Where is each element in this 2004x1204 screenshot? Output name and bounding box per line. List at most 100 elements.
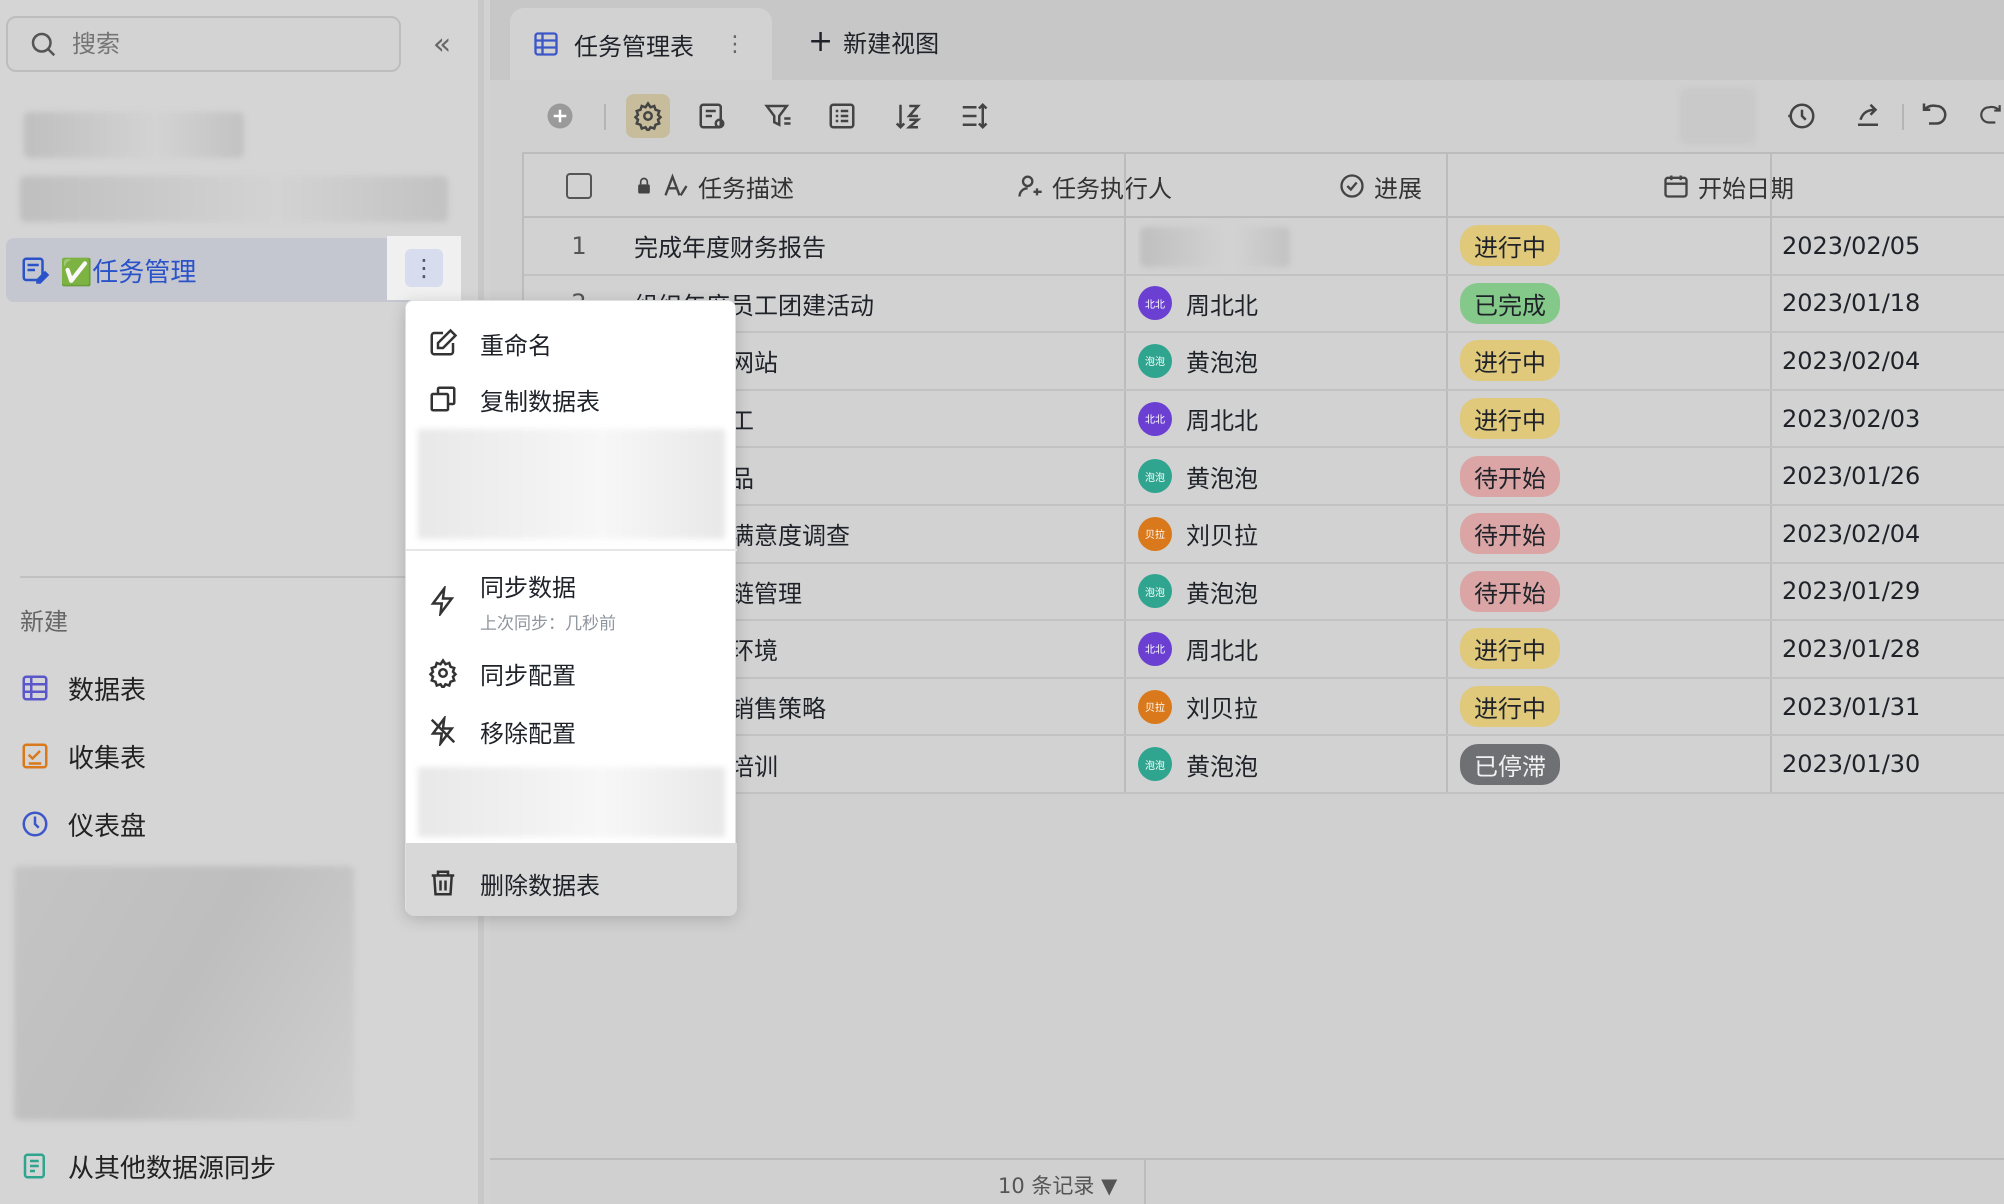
undo-button[interactable] <box>1912 94 1956 138</box>
record-count[interactable]: 10 条记录 ▼ <box>998 1170 1117 1200</box>
add-record-button[interactable] <box>538 94 582 138</box>
status-badge: 进行中 <box>1460 628 1560 670</box>
table-row[interactable]: 6开展客户满意度调查贝拉刘贝拉待开始2023/02/04 <box>524 506 2004 564</box>
assignee-name: 周北北 <box>1186 291 1258 320</box>
start-date-cell[interactable]: 2023/01/28 <box>1782 621 2004 677</box>
filter-icon <box>764 104 791 127</box>
sort-button[interactable] <box>886 94 930 138</box>
status-cell[interactable]: 已完成 <box>1460 276 1760 332</box>
new-view-button[interactable]: + 新建视图 <box>808 24 939 59</box>
assignee-cell[interactable]: 北北 周北北 <box>1138 391 1438 447</box>
settings-button[interactable] <box>626 94 670 138</box>
lightning-icon <box>430 586 455 616</box>
status-badge: 进行中 <box>1460 340 1560 382</box>
status-cell[interactable]: 待开始 <box>1460 448 1760 504</box>
checkbox[interactable] <box>566 173 592 199</box>
row-height-button[interactable] <box>952 94 996 138</box>
status-cell[interactable]: 进行中 <box>1460 218 1760 274</box>
form-icon <box>22 743 48 769</box>
column-header-label: 任务描述 <box>698 174 794 203</box>
share-button[interactable] <box>1846 94 1890 138</box>
column-header-desc[interactable]: 任务描述 <box>634 154 994 218</box>
assignee-cell[interactable]: 北北 周北北 <box>1138 276 1438 332</box>
history-icon <box>1788 103 1815 129</box>
table-row[interactable]: 9制定新的销售策略贝拉刘贝拉进行中2023/01/31 <box>524 679 2004 737</box>
status-cell[interactable]: 已停滞 <box>1460 736 1760 792</box>
collapse-sidebar-icon[interactable]: « <box>424 24 460 64</box>
table-row[interactable]: 1 完成年度财务报告 进行中 2023/02/05 <box>524 218 2004 276</box>
table-row[interactable]: 7优化供应链管理泡泡黄泡泡待开始2023/01/29 <box>524 564 2004 622</box>
start-date-cell[interactable]: 2023/01/29 <box>1782 564 2004 620</box>
field-config-button[interactable] <box>690 94 734 138</box>
list-icon <box>829 103 855 129</box>
assignee-cell[interactable] <box>1138 218 1438 274</box>
assignee-cell[interactable]: 贝拉 刘贝拉 <box>1138 506 1438 562</box>
select-all-checkbox[interactable] <box>566 154 592 218</box>
record-count-label: 10 条记录 <box>998 1174 1095 1198</box>
start-date-cell[interactable]: 2023/02/04 <box>1782 506 2004 562</box>
menu-item-sync-data[interactable]: 同步数据 上次同步：几秒前 <box>406 563 737 639</box>
start-date-cell[interactable]: 2023/01/30 <box>1782 736 2004 792</box>
row-number: 1 <box>571 231 587 260</box>
create-form-item[interactable]: 收集表 <box>20 732 146 780</box>
assignee-cell[interactable]: 泡泡 黄泡泡 <box>1138 564 1438 620</box>
filter-button[interactable] <box>756 94 800 138</box>
menu-item-remove-config[interactable]: 移除配置 <box>406 705 737 757</box>
menu-item-sync-config[interactable]: 同步配置 <box>406 647 737 699</box>
start-date-cell[interactable]: 2023/02/04 <box>1782 333 2004 389</box>
start-date-cell[interactable]: 2023/02/03 <box>1782 391 2004 447</box>
assignee-cell[interactable]: 泡泡 黄泡泡 <box>1138 333 1438 389</box>
start-date-cell[interactable]: 2023/02/05 <box>1782 218 2004 274</box>
table-row[interactable]: 8改善工作环境北北周北北进行中2023/01/28 <box>524 621 2004 679</box>
menu-item-delete[interactable]: 删除数据表 <box>406 857 737 909</box>
start-date-cell[interactable]: 2023/01/26 <box>1782 448 2004 504</box>
status-cell[interactable]: 进行中 <box>1460 679 1760 735</box>
status-cell[interactable]: 进行中 <box>1460 621 1760 677</box>
status-cell[interactable]: 待开始 <box>1460 564 1760 620</box>
search-icon <box>31 32 56 57</box>
table-row[interactable]: 5推出新产品泡泡黄泡泡待开始2023/01/26 <box>524 448 2004 506</box>
create-dashboard-item[interactable]: 仪表盘 <box>20 800 146 848</box>
status-cell[interactable]: 进行中 <box>1460 333 1760 389</box>
column-header-date[interactable]: 开始日期 <box>1662 154 1794 218</box>
table-row[interactable]: 3更新公司网站泡泡黄泡泡进行中2023/02/04 <box>524 333 2004 391</box>
menu-item-rename[interactable]: 重命名 <box>406 317 737 369</box>
menu-item-duplicate[interactable]: 复制数据表 <box>406 373 737 425</box>
assignee-cell[interactable]: 泡泡 黄泡泡 <box>1138 448 1438 504</box>
column-header-label: 任务执行人 <box>1052 174 1172 203</box>
table-row[interactable]: 10组织员工培训泡泡黄泡泡已停滞2023/01/30 <box>524 736 2004 794</box>
status-badge: 已停滞 <box>1460 743 1560 785</box>
menu-item-label: 删除数据表 <box>480 871 600 900</box>
assignee-name: 黄泡泡 <box>1186 349 1258 378</box>
sync-other-source-item[interactable]: 从其他数据源同步 <box>20 1142 276 1190</box>
column-header-progress[interactable]: 进展 <box>1338 154 1422 218</box>
more-vertical-icon: ⋮ <box>405 249 443 287</box>
toolbar <box>490 80 2004 152</box>
task-description-cell[interactable]: 完成年度财务报告 <box>634 218 1120 274</box>
start-date-cell[interactable]: 2023/01/31 <box>1782 679 2004 735</box>
assignee-cell[interactable]: 泡泡 黄泡泡 <box>1138 736 1438 792</box>
assignee-cell[interactable]: 北北 周北北 <box>1138 621 1438 677</box>
more-vertical-icon[interactable]: ⋮ <box>724 32 746 57</box>
data-table: 任务描述 任务执行人 进展 开始日期 1 完成年度财务报告 进行中 2023/02/0… <box>522 152 2004 794</box>
assignee-cell[interactable]: 贝拉 刘贝拉 <box>1138 679 1438 735</box>
more-options-button[interactable]: ⋮ <box>387 236 461 300</box>
status-cell[interactable]: 待开始 <box>1460 506 1760 562</box>
sidebar-item-task-management[interactable]: ✅任务管理 ⋮ <box>6 236 461 302</box>
start-date-cell[interactable]: 2023/01/18 <box>1782 276 2004 332</box>
tab-task-table[interactable]: 任务管理表 ⋮ <box>510 8 772 80</box>
group-button[interactable] <box>820 94 864 138</box>
status-cell[interactable]: 进行中 <box>1460 391 1760 447</box>
undo-icon <box>1922 103 1947 125</box>
plus-icon: + <box>808 24 834 59</box>
redo-button[interactable] <box>1978 94 2004 138</box>
menu-item-label: 重命名 <box>480 331 552 360</box>
column-header-person[interactable]: 任务执行人 <box>1016 154 1172 218</box>
history-button[interactable] <box>1780 94 1824 138</box>
table-row[interactable]: 2组织年度员工团建活动北北周北北已完成2023/01/18 <box>524 276 2004 334</box>
create-datatable-item[interactable]: 数据表 <box>20 664 146 712</box>
table-row[interactable]: 4招聘新员工北北周北北进行中2023/02/03 <box>524 391 2004 449</box>
search-input[interactable] <box>72 30 352 58</box>
gear-icon <box>428 658 458 688</box>
search-box[interactable] <box>6 16 401 72</box>
